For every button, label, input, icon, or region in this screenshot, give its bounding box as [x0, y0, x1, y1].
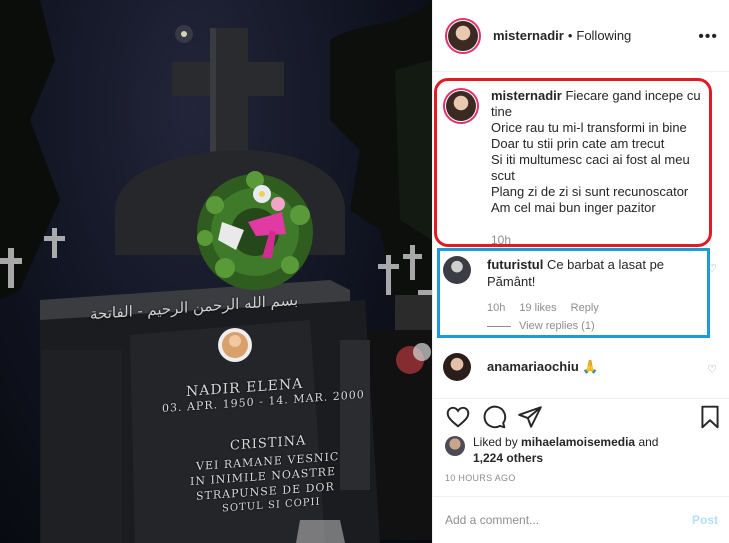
likes-others-count[interactable]: 1,224 others [473, 451, 543, 465]
comment-item: futuristul Ce barbat a lasat pe Pământ! … [443, 256, 723, 332]
caption-body: Fiecare gand incepe cu tine Orice rau tu… [491, 88, 701, 215]
post-sidebar: misternadir • Following ••• misternadir … [432, 0, 729, 543]
comment-like-icon[interactable]: ♡ [707, 262, 717, 275]
liked-by-and: and [638, 435, 659, 449]
comment-username[interactable]: anamariaochiu [487, 359, 579, 374]
share-icon[interactable] [517, 404, 543, 430]
comment-username[interactable]: futuristul [487, 257, 543, 272]
commenter-avatar[interactable] [443, 353, 471, 381]
commenter-avatar[interactable] [443, 256, 471, 284]
save-bookmark-icon[interactable] [697, 404, 723, 430]
liked-by-prefix: Liked by [473, 435, 518, 449]
post-header: misternadir • Following ••• [433, 0, 729, 72]
post-button[interactable]: Post [692, 513, 718, 527]
comment-icon[interactable] [481, 404, 507, 430]
caption-text: misternadir Fiecare gand incepe cu tine … [491, 88, 711, 216]
view-replies-button[interactable]: View replies (1) [487, 320, 595, 332]
reply-button[interactable]: Reply [571, 302, 599, 314]
header-separator: • [567, 28, 573, 43]
more-options-icon[interactable]: ••• [698, 28, 718, 46]
caption-username[interactable]: misternadir [491, 88, 562, 103]
caption: misternadir Fiecare gand incepe cu tine … [443, 88, 713, 247]
caption-time: 10h [491, 233, 512, 247]
liker-avatar[interactable] [445, 436, 465, 456]
comment-text: 🙏 [582, 359, 599, 374]
comment-input[interactable]: Add a comment... [445, 513, 539, 527]
author-avatar[interactable] [445, 17, 481, 54]
heart-icon[interactable] [445, 404, 471, 430]
liked-by[interactable]: Liked by mihaelamoisemedia and 1,224 oth… [445, 434, 658, 466]
comment-time: 10h [487, 302, 506, 314]
following-button[interactable]: Following [576, 28, 631, 43]
view-replies-label: View replies (1) [519, 320, 595, 332]
add-comment-bar: Add a comment... Post [433, 496, 729, 543]
comment-item: anamariaochiu 🙏 ♡ [443, 353, 723, 381]
comments-list[interactable]: misternadir Fiecare gand incepe cu tine … [433, 72, 729, 398]
post-timestamp[interactable]: 10 HOURS AGO [445, 473, 516, 483]
post-photo[interactable]: بسم الله الرحمن الرحيم - الفاتحة NADIR E… [0, 0, 432, 543]
caption-avatar[interactable] [443, 88, 479, 124]
post-actions [433, 398, 729, 434]
comment-likes-count[interactable]: 19 likes [519, 302, 556, 314]
author-username[interactable]: misternadir [493, 28, 564, 43]
liked-by-user[interactable]: mihaelamoisemedia [521, 435, 635, 449]
comment-like-icon[interactable]: ♡ [707, 363, 717, 376]
